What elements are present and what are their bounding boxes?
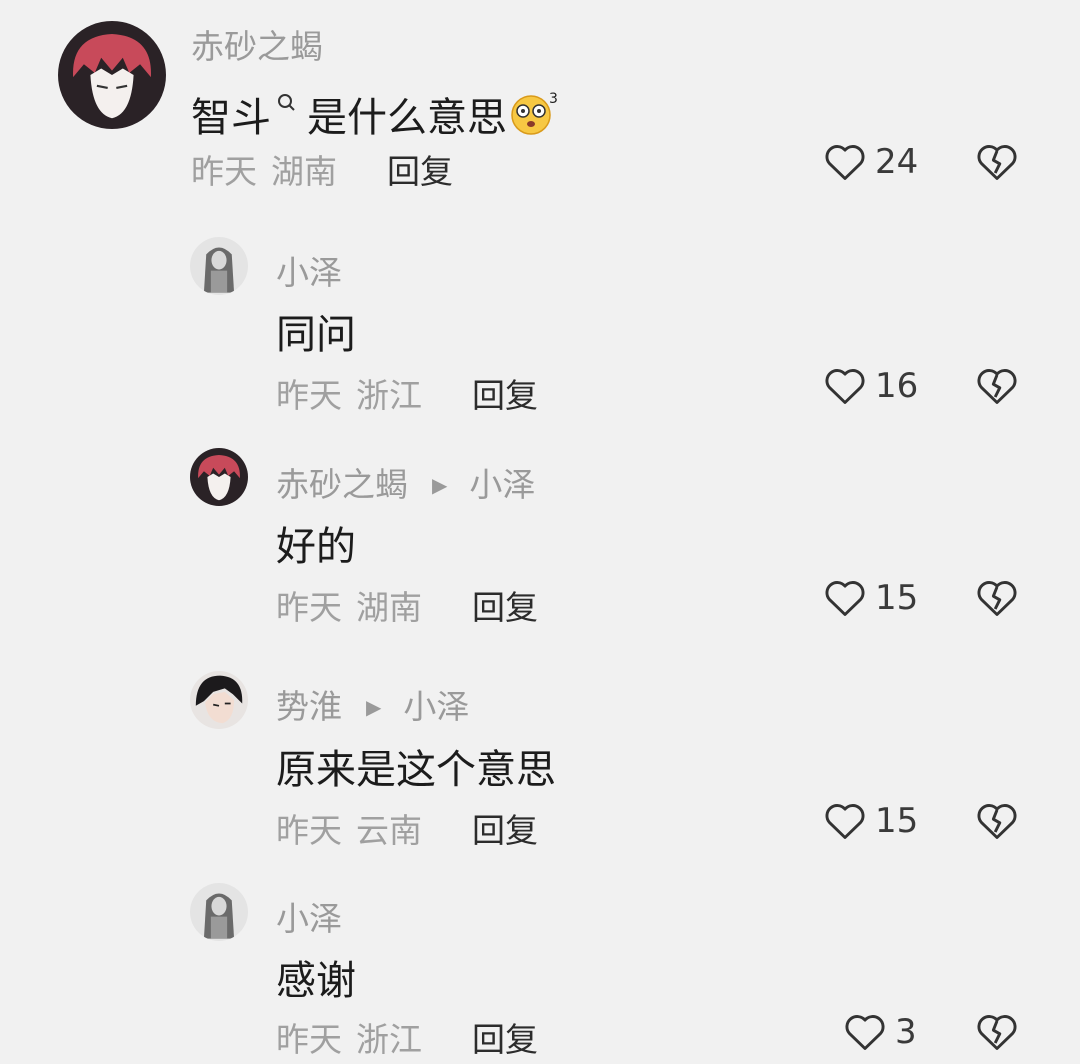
like-count: 15 [875, 578, 919, 618]
reply-target[interactable]: 小泽 [469, 465, 535, 504]
dislike-button[interactable] [975, 577, 1019, 623]
dislike-button[interactable] [975, 800, 1019, 846]
red-hair-avatar-icon [190, 448, 248, 506]
comment-text: 感谢 [276, 958, 356, 1004]
broken-heart-icon [977, 369, 1017, 404]
comment-meta: 昨天 湖南 回复 [191, 145, 453, 193]
avatar[interactable] [190, 671, 248, 729]
flushed-face-emoji: 3 [509, 89, 561, 145]
comment-text: 智斗 是什么意思 3 [191, 77, 561, 145]
comment-time: 昨天 [276, 588, 342, 627]
comment-meta: 昨天 浙江 回复 [276, 1013, 538, 1061]
play-arrow-icon: ▶ [366, 695, 382, 719]
play-arrow-icon: ▶ [432, 473, 448, 497]
dislike-button[interactable] [975, 1011, 1019, 1057]
like-button[interactable]: 24 [823, 141, 918, 183]
comment-location: 湖南 [271, 152, 337, 191]
heart-icon [825, 581, 865, 616]
comment-meta: 昨天 湖南 回复 [276, 581, 538, 629]
comment-time: 昨天 [276, 376, 342, 415]
dark-hair-avatar-icon [190, 671, 248, 729]
comment-username[interactable]: 赤砂之蝎 ▶ 小泽 [276, 458, 535, 506]
comment-text: 同问 [276, 312, 356, 358]
like-button[interactable]: 3 [843, 1011, 917, 1053]
comment-username[interactable]: 小泽 [276, 246, 342, 294]
comment-location: 湖南 [356, 588, 422, 627]
comment-time: 昨天 [276, 1020, 342, 1059]
comment-location: 浙江 [356, 1020, 422, 1059]
comment-text-part: 智斗 [191, 95, 271, 141]
like-button[interactable]: 15 [823, 800, 918, 842]
avatar[interactable] [190, 237, 248, 295]
red-hair-avatar-icon [58, 21, 166, 129]
like-count: 24 [875, 142, 919, 182]
long-hair-avatar-icon [190, 237, 248, 295]
reply-target[interactable]: 小泽 [403, 687, 469, 726]
long-hair-avatar-icon [190, 883, 248, 941]
like-count: 16 [875, 366, 919, 406]
comment-location: 浙江 [356, 376, 422, 415]
comment-meta: 昨天 云南 回复 [276, 804, 538, 852]
comment-time: 昨天 [191, 152, 257, 191]
comment-text: 原来是这个意思 [276, 747, 556, 793]
broken-heart-icon [977, 145, 1017, 180]
comment-author[interactable]: 势淮 [276, 687, 342, 726]
comment-username[interactable]: 赤砂之蝎 [191, 20, 323, 68]
comment-meta: 昨天 浙江 回复 [276, 369, 538, 417]
dislike-button[interactable] [975, 141, 1019, 187]
comment-username[interactable]: 小泽 [276, 892, 342, 940]
reply-button[interactable]: 回复 [387, 152, 453, 191]
avatar[interactable] [58, 21, 166, 129]
avatar[interactable] [190, 883, 248, 941]
reply-button[interactable]: 回复 [472, 811, 538, 850]
comment-username[interactable]: 势淮 ▶ 小泽 [276, 680, 469, 728]
heart-icon [825, 804, 865, 839]
comment-author[interactable]: 赤砂之蝎 [276, 465, 408, 504]
like-count: 15 [875, 801, 919, 841]
dislike-button[interactable] [975, 365, 1019, 411]
reply-button[interactable]: 回复 [472, 376, 538, 415]
comment-text-part: 是什么意思 [307, 95, 507, 141]
svg-text:3: 3 [549, 91, 558, 107]
reply-button[interactable]: 回复 [472, 1020, 538, 1059]
search-icon[interactable] [277, 77, 297, 123]
reply-button[interactable]: 回复 [472, 588, 538, 627]
heart-icon [825, 369, 865, 404]
comment-time: 昨天 [276, 811, 342, 850]
like-button[interactable]: 15 [823, 577, 918, 619]
heart-icon [825, 145, 865, 180]
avatar[interactable] [190, 448, 248, 506]
comment-text: 好的 [276, 524, 356, 570]
like-button[interactable]: 16 [823, 365, 918, 407]
broken-heart-icon [977, 1015, 1017, 1050]
comment-location: 云南 [356, 811, 422, 850]
broken-heart-icon [977, 804, 1017, 839]
heart-icon [845, 1015, 885, 1050]
like-count: 3 [895, 1012, 917, 1052]
broken-heart-icon [977, 581, 1017, 616]
